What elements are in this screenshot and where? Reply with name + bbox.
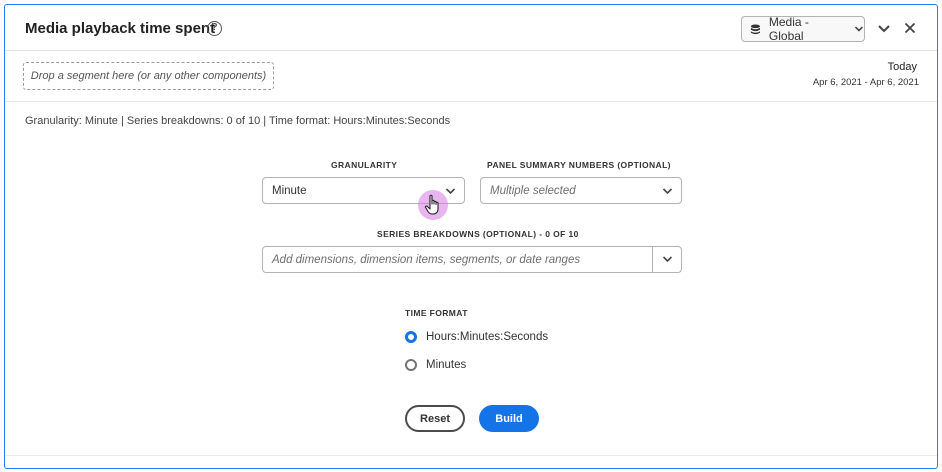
close-icon[interactable] [904, 22, 916, 34]
radio-button-checked[interactable] [405, 331, 417, 343]
series-breakdowns-label: SERIES BREAKDOWNS (OPTIONAL) - 0 OF 10 [377, 229, 579, 239]
panel-title: Media playback time spent [25, 20, 216, 37]
time-format-option-label: Minutes [426, 359, 467, 371]
date-range-value[interactable]: Apr 6, 2021 - Apr 6, 2021 [813, 77, 919, 88]
series-breakdowns-combobox[interactable]: Add dimensions, dimension items, segment… [262, 246, 682, 273]
panel-summary-dropdown[interactable]: Multiple selected [480, 177, 682, 204]
settings-summary: Granularity: Minute | Series breakdowns:… [25, 115, 451, 127]
time-format-option-hms[interactable]: Hours:Minutes:Seconds [405, 331, 548, 343]
time-format-option-minutes[interactable]: Minutes [405, 359, 466, 371]
chevron-down-icon [662, 188, 673, 195]
chevron-down-icon [855, 26, 864, 32]
panel-summary-placeholder: Multiple selected [490, 184, 576, 197]
report-suite-selector[interactable]: Media - Global [741, 15, 865, 43]
segment-drop-zone[interactable]: Drop a segment here (or any other compon… [23, 62, 274, 90]
panel-summary-label: PANEL SUMMARY NUMBERS (OPTIONAL) [487, 160, 671, 170]
build-button[interactable]: Build [479, 405, 539, 432]
database-icon [750, 24, 760, 34]
chevron-down-icon [662, 256, 673, 263]
time-format-option-label: Hours:Minutes:Seconds [426, 331, 549, 343]
series-breakdowns-placeholder: Add dimensions, dimension items, segment… [272, 253, 581, 266]
series-breakdowns-toggle[interactable] [652, 247, 681, 272]
collapse-icon[interactable] [877, 23, 891, 35]
granularity-label: GRANULARITY [331, 160, 398, 170]
radio-button[interactable] [405, 359, 417, 371]
granularity-value: Minute [272, 184, 307, 197]
divider [5, 455, 937, 456]
hand-cursor-icon [424, 194, 439, 215]
chevron-down-icon [445, 188, 456, 195]
panel-header: Media playback time spent ? Media - Glob… [5, 5, 937, 51]
date-range-label[interactable]: Today [888, 61, 917, 73]
reset-button[interactable]: Reset [405, 405, 465, 432]
divider [5, 101, 937, 102]
time-format-label: TIME FORMAT [405, 308, 468, 318]
help-icon[interactable]: ? [207, 21, 222, 36]
freeform-panel: Media playback time spent ? Media - Glob… [4, 4, 938, 469]
report-suite-label: Media - Global [768, 15, 809, 43]
